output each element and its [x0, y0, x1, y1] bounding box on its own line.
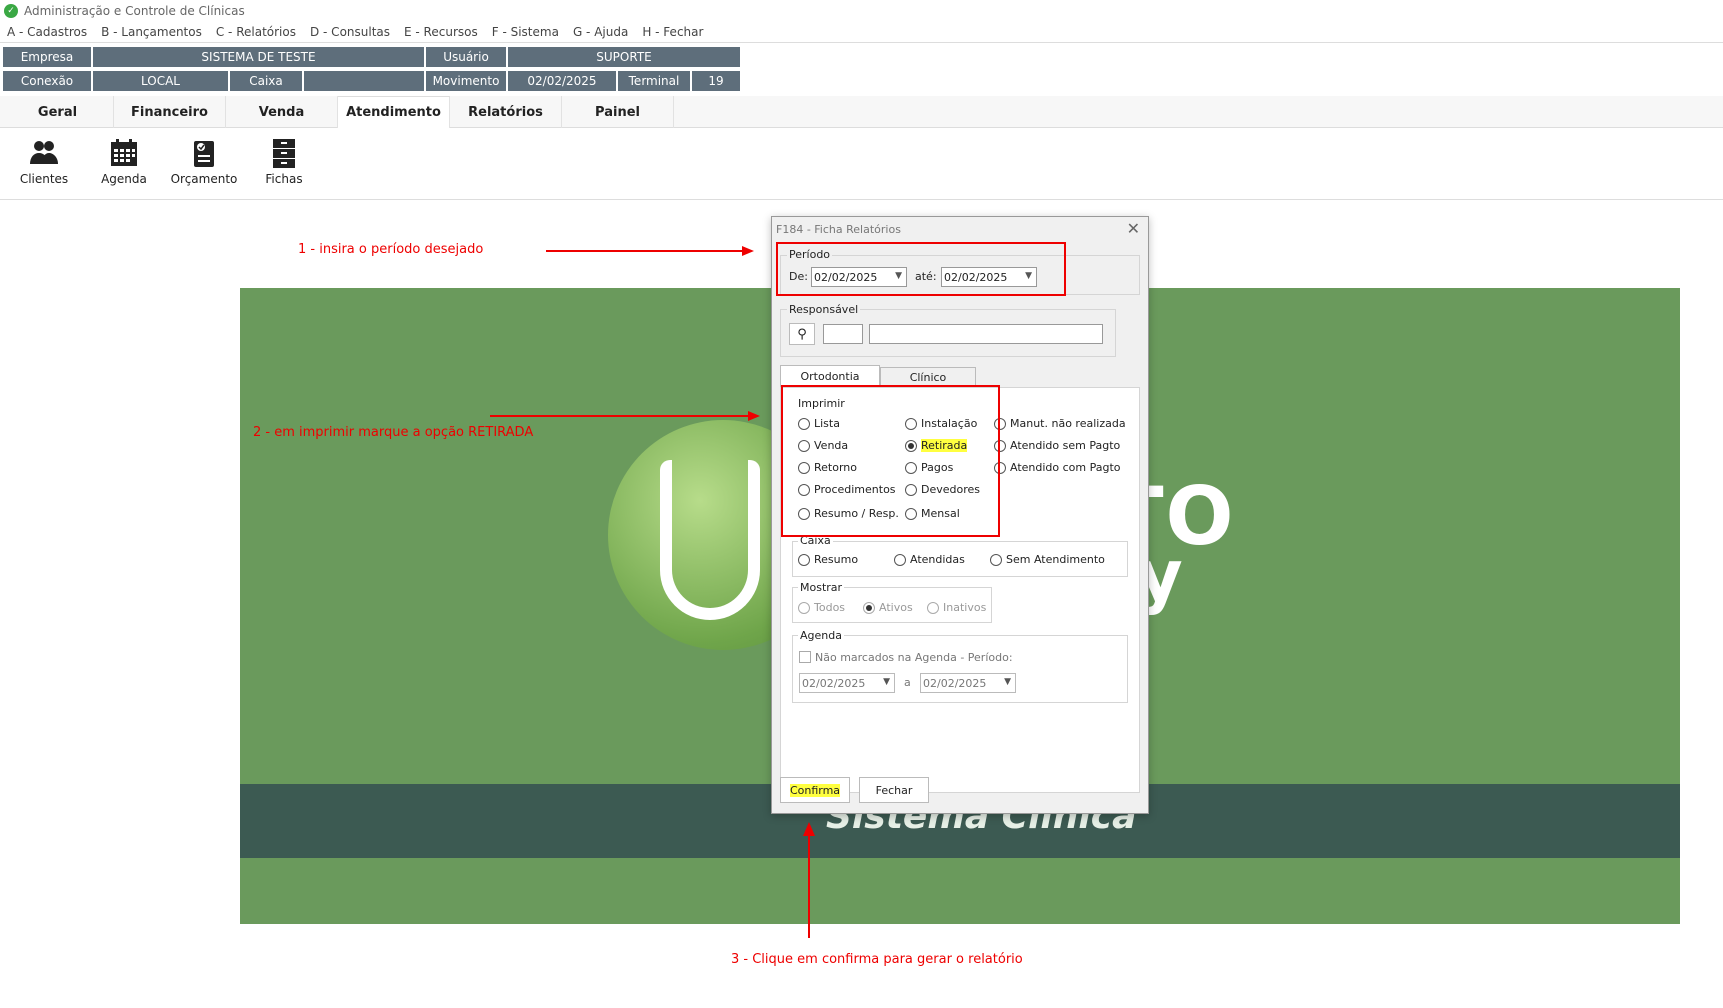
annotation-box-periodo — [776, 242, 1066, 296]
orcamento-button[interactable]: Orçamento — [168, 138, 240, 186]
menu-ajuda[interactable]: G - Ajuda — [573, 25, 628, 39]
fechar-button[interactable]: Fechar — [859, 777, 929, 803]
window-title: Administração e Controle de Clínicas — [24, 4, 245, 18]
clipboard-check-icon — [189, 138, 219, 168]
tab-geral[interactable]: Geral — [2, 96, 114, 128]
responsavel-label: Responsável — [787, 303, 861, 316]
menu-recursos[interactable]: E - Recursos — [404, 25, 478, 39]
caixa-label: Caixa — [229, 70, 303, 92]
tab-venda[interactable]: Venda — [226, 96, 338, 128]
calendar-icon — [109, 138, 139, 168]
empresa-label: Empresa — [2, 46, 92, 68]
annotation-box-imprimir — [781, 385, 1000, 537]
dialog-title: F184 - Ficha Relatórios — [776, 223, 901, 236]
clientes-label: Clientes — [19, 172, 69, 186]
agenda-de-value: 02/02/2025 — [802, 676, 866, 690]
tab-painel[interactable]: Painel — [562, 96, 674, 128]
search-button[interactable]: ⚲ — [789, 323, 815, 345]
tab-relatorios[interactable]: Relatórios — [450, 96, 562, 128]
responsavel-name-input[interactable] — [869, 324, 1103, 344]
menu-bar: A - Cadastros B - Lançamentos C - Relató… — [0, 22, 1723, 43]
annotation-step1: 1 - insira o período desejado — [298, 242, 484, 257]
tooth-shield-icon — [660, 460, 760, 620]
terminal-label: Terminal — [617, 70, 691, 92]
annotation-arrowhead-3 — [803, 822, 815, 836]
menu-lancamentos[interactable]: B - Lançamentos — [101, 25, 202, 39]
movimento-label: Movimento — [425, 70, 507, 92]
tab-clinico[interactable]: Clínico — [880, 367, 976, 387]
annotation-step2: 2 - em imprimir marque a opção RETIRADA — [253, 425, 534, 440]
annotation-arrow-1 — [546, 250, 750, 252]
radio-manut-nao-realizada[interactable]: Manut. não realizada — [994, 417, 1126, 430]
radio-mostrar-ativos[interactable]: Ativos — [863, 601, 913, 614]
agenda-ate-value: 02/02/2025 — [923, 676, 987, 690]
annotation-step3: 3 - Clique em confirma para gerar o rela… — [731, 952, 1023, 967]
confirma-label: Confirma — [789, 783, 841, 797]
fichas-label: Fichas — [265, 172, 303, 186]
menu-sistema[interactable]: F - Sistema — [492, 25, 559, 39]
radio-caixa-atendidas[interactable]: Atendidas — [894, 553, 965, 566]
agenda-checkbox-label: Não marcados na Agenda - Período: — [815, 651, 1013, 664]
tab-ortodontia[interactable]: Ortodontia — [780, 365, 880, 387]
app-logo-icon: ✓ — [4, 4, 18, 18]
radio-mostrar-todos[interactable]: Todos — [798, 601, 845, 614]
radio-atendido-com-pagto[interactable]: Atendido com Pagto — [994, 461, 1121, 474]
usuario-label: Usuário — [425, 46, 507, 68]
tab-financeiro[interactable]: Financeiro — [114, 96, 226, 128]
radio-caixa-sem-atendimento[interactable]: Sem Atendimento — [990, 553, 1105, 566]
agenda-label: Agenda — [101, 172, 147, 186]
main-tabs: Geral Financeiro Venda Atendimento Relat… — [0, 96, 1723, 128]
search-icon: ⚲ — [797, 326, 807, 342]
confirma-button[interactable]: Confirma — [780, 777, 850, 803]
conexao-label: Conexão — [2, 70, 92, 92]
menu-cadastros[interactable]: A - Cadastros — [7, 25, 87, 39]
radio-caixa-resumo[interactable]: Resumo — [798, 553, 858, 566]
close-icon[interactable]: ✕ — [1127, 219, 1140, 238]
empresa-value: SISTEMA DE TESTE — [92, 46, 425, 68]
agenda-label: Agenda — [798, 629, 844, 642]
chevron-down-icon[interactable]: ▼ — [883, 677, 890, 687]
file-cabinet-icon — [269, 138, 299, 168]
agenda-ate-date-field[interactable]: 02/02/2025 ▼ — [920, 673, 1016, 693]
usuario-value: SUPORTE — [507, 46, 741, 68]
title-bar: ✓ Administração e Controle de Clínicas — [0, 0, 1723, 22]
toolbar: Clientes Agenda Orçamento Fichas — [0, 128, 1723, 200]
users-icon — [29, 138, 59, 168]
agenda-button[interactable]: Agenda — [88, 138, 160, 186]
annotation-arrow-3 — [808, 834, 810, 938]
annotation-arrow-2 — [490, 415, 750, 417]
responsavel-code-input[interactable] — [823, 324, 863, 344]
menu-fechar[interactable]: H - Fechar — [642, 25, 703, 39]
movimento-value: 02/02/2025 — [507, 70, 617, 92]
menu-relatorios[interactable]: C - Relatórios — [216, 25, 296, 39]
annotation-arrowhead-1 — [742, 246, 754, 256]
orcamento-label: Orçamento — [170, 172, 238, 186]
agenda-a-label: a — [904, 676, 911, 689]
tab-atendimento[interactable]: Atendimento — [338, 96, 450, 128]
menu-consultas[interactable]: D - Consultas — [310, 25, 390, 39]
radio-atendido-sem-pagto[interactable]: Atendido sem Pagto — [994, 439, 1120, 452]
mostrar-label: Mostrar — [798, 581, 845, 594]
agenda-checkbox[interactable] — [799, 651, 811, 663]
clientes-button[interactable]: Clientes — [8, 138, 80, 186]
radio-mostrar-inativos[interactable]: Inativos — [927, 601, 986, 614]
chevron-down-icon[interactable]: ▼ — [1004, 677, 1011, 687]
annotation-arrowhead-2 — [748, 411, 760, 421]
fichas-button[interactable]: Fichas — [248, 138, 320, 186]
terminal-value: 19 — [691, 70, 741, 92]
conexao-value: LOCAL — [92, 70, 229, 92]
ficha-relatorios-dialog: F184 - Ficha Relatórios ✕ Período De: 02… — [771, 216, 1149, 814]
agenda-de-date-field[interactable]: 02/02/2025 ▼ — [799, 673, 895, 693]
caixa-value — [303, 70, 425, 92]
